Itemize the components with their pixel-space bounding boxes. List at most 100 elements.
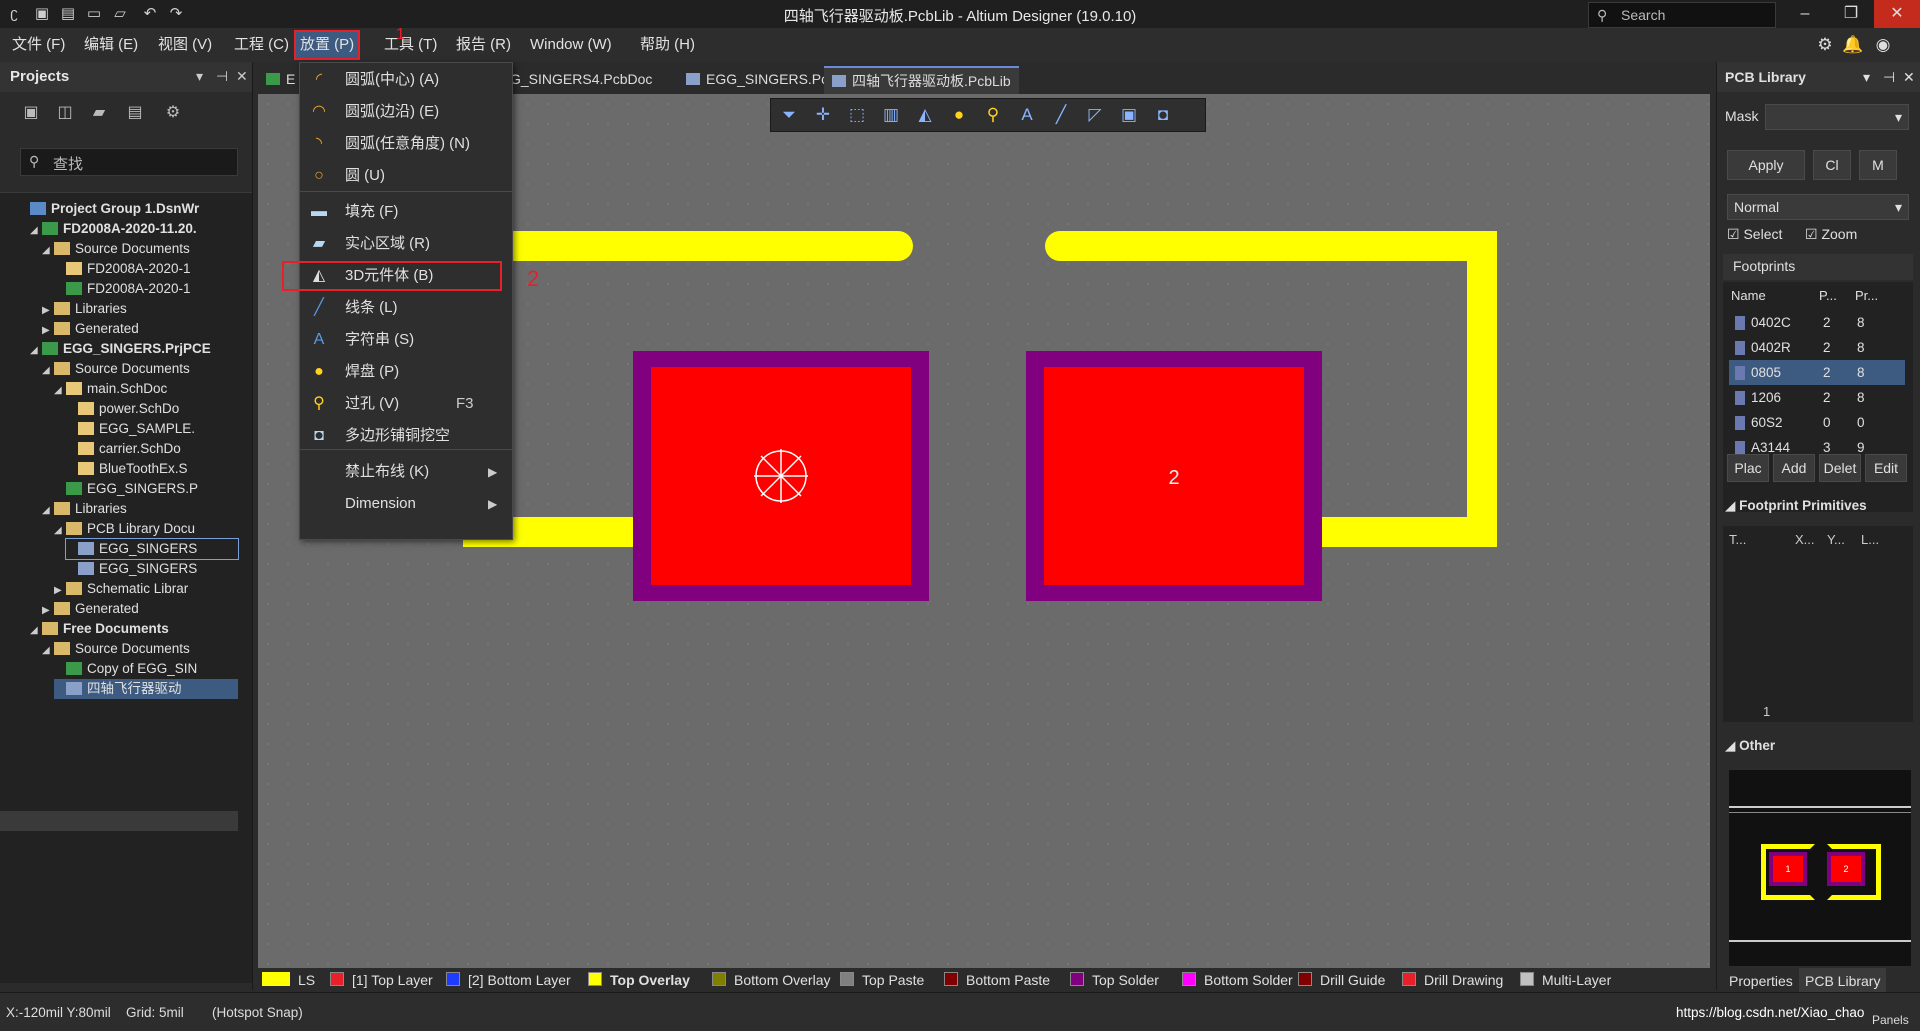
tree-item[interactable]: ◢ main.SchDoc: [54, 379, 238, 399]
place-menu-item[interactable]: Dimension ▶: [300, 489, 512, 519]
menu-reports[interactable]: 报告 (R): [452, 34, 515, 56]
place-menu-item[interactable]: ▰ 实心区域 (R): [300, 229, 512, 259]
place-menu-item[interactable]: ◜ 圆弧(中心) (A): [300, 65, 512, 95]
collapse-arrow-icon[interactable]: ◢: [30, 621, 42, 639]
bell-icon[interactable]: 🔔: [1842, 34, 1864, 56]
place-menu-item[interactable]: 禁止布线 (K) ▶: [300, 457, 512, 487]
tree-item[interactable]: EGG_SINGERS.P: [54, 479, 238, 499]
menu-window[interactable]: Window (W): [526, 34, 616, 56]
layer-tab[interactable]: Top Overlay: [588, 968, 690, 992]
save-icon[interactable]: ▣: [20, 102, 42, 124]
tree-item[interactable]: ▶ Schematic Librar: [54, 579, 238, 599]
menu-place[interactable]: 放置 (P): [294, 30, 361, 60]
document-tab[interactable]: E: [258, 66, 303, 92]
prim-col-x[interactable]: X...: [1795, 532, 1815, 547]
place-menu-item[interactable]: ◠ 圆弧(边沿) (E): [300, 97, 512, 127]
tree-item[interactable]: Copy of EGG_SIN: [54, 659, 238, 679]
tree-item[interactable]: EGG_SINGERS: [65, 538, 239, 560]
layer-tab[interactable]: Drill Drawing: [1402, 968, 1503, 992]
tree-item[interactable]: FD2008A-2020-1: [54, 279, 238, 299]
place-menu-item[interactable]: ● 焊盘 (P): [300, 357, 512, 387]
layer-tab[interactable]: Top Paste: [840, 968, 924, 992]
tree-item[interactable]: ◢ Free Documents: [30, 619, 238, 639]
close-panel-icon[interactable]: ✕: [236, 68, 248, 85]
other-header[interactable]: ◢ Other: [1725, 738, 1775, 754]
panels-button[interactable]: Panels: [1872, 1013, 1909, 1027]
place-menu-item[interactable]: A 字符串 (S): [300, 325, 512, 355]
global-search-input[interactable]: ⚲ Search: [1588, 2, 1776, 28]
panel-menu-icon[interactable]: ▾: [1863, 69, 1870, 86]
apply-button[interactable]: Apply: [1727, 150, 1805, 180]
settings-icon[interactable]: ⚙: [162, 102, 184, 124]
menu-view[interactable]: 视图 (V): [154, 34, 216, 56]
document-tab[interactable]: 四轴飞行器驱动板.PcbLib: [824, 66, 1019, 94]
expand-arrow-icon[interactable]: ▶: [54, 581, 66, 599]
footprint-row[interactable]: 0402R 2 8: [1729, 335, 1905, 360]
zoom-checkbox[interactable]: ☑ Zoom: [1805, 226, 1857, 243]
place-menu-item[interactable]: ◘ 多边形铺铜挖空: [300, 421, 512, 451]
collapse-arrow-icon[interactable]: ◢: [30, 341, 42, 359]
footprint-row[interactable]: 1206 2 8: [1729, 385, 1905, 410]
prim-col-layer[interactable]: L...: [1861, 532, 1879, 547]
menu-project[interactable]: 工程 (C): [230, 34, 293, 56]
menu-edit[interactable]: 编辑 (E): [80, 34, 142, 56]
mask-input[interactable]: ▾: [1765, 104, 1909, 130]
layer-tab[interactable]: LS: [262, 968, 315, 992]
tree-item[interactable]: EGG_SAMPLE.: [66, 419, 238, 439]
layer-tab[interactable]: Bottom Solder: [1182, 968, 1293, 992]
minimize-button[interactable]: –: [1782, 0, 1828, 28]
tab-pcb-library[interactable]: PCB Library: [1799, 968, 1887, 994]
place-menu-item[interactable]: ▬ 填充 (F): [300, 197, 512, 227]
tree-item[interactable]: ◢ Libraries: [42, 499, 238, 519]
open-folder-icon[interactable]: ▰: [88, 102, 110, 124]
place-menu-item[interactable]: ◭ 3D元件体 (B): [282, 261, 502, 291]
collapse-arrow-icon[interactable]: ◢: [42, 361, 54, 379]
layer-tab[interactable]: Multi-Layer: [1520, 968, 1611, 992]
tree-item[interactable]: ▶ Generated: [42, 599, 238, 619]
layer-tab[interactable]: Bottom Paste: [944, 968, 1050, 992]
tree-item[interactable]: ▶ Generated: [42, 319, 238, 339]
menu-help[interactable]: 帮助 (H): [636, 34, 699, 56]
place-button[interactable]: Plac: [1727, 454, 1769, 482]
tree-item[interactable]: 四轴飞行器驱动: [54, 679, 238, 699]
close-button[interactable]: ✕: [1874, 0, 1920, 28]
user-icon[interactable]: ◉: [1872, 34, 1894, 56]
tab-properties[interactable]: Properties: [1723, 968, 1799, 994]
prim-col-type[interactable]: T...: [1729, 532, 1746, 547]
collapse-arrow-icon[interactable]: ◢: [42, 641, 54, 659]
prim-col-y[interactable]: Y...: [1827, 532, 1845, 547]
tree-item[interactable]: ◢ Source Documents: [42, 239, 238, 259]
tree-item[interactable]: Project Group 1.DsnWr: [18, 199, 238, 219]
col-pads[interactable]: P...: [1819, 288, 1837, 303]
collapse-arrow-icon[interactable]: ◢: [30, 221, 42, 239]
tree-item[interactable]: ◢ FD2008A-2020-11.20.: [30, 219, 238, 239]
compile-icon[interactable]: ◫: [54, 102, 76, 124]
tree-item[interactable]: ◢ PCB Library Docu: [54, 519, 238, 539]
footprint-row[interactable]: 0402C 2 8: [1729, 310, 1905, 335]
gear-icon[interactable]: ⚙: [1814, 34, 1836, 56]
mode-select[interactable]: Normal ▾: [1727, 194, 1909, 220]
menu-tools[interactable]: 工具 (T): [380, 34, 441, 56]
magnify-button[interactable]: M: [1859, 150, 1897, 180]
place-menu-item[interactable]: ○ 圆 (U): [300, 161, 512, 191]
edit-button[interactable]: Edit: [1865, 454, 1907, 482]
open-project-icon[interactable]: ▤: [124, 102, 146, 124]
expand-arrow-icon[interactable]: ▶: [42, 301, 54, 319]
place-menu-item[interactable]: ⚲ 过孔 (V) F3: [300, 389, 512, 419]
add-button[interactable]: Add: [1773, 454, 1815, 482]
tree-item[interactable]: EGG_SINGERS: [66, 559, 238, 579]
collapse-arrow-icon[interactable]: ◢: [42, 241, 54, 259]
expand-arrow-icon[interactable]: ▶: [42, 321, 54, 339]
col-primitives[interactable]: Pr...: [1855, 288, 1878, 303]
clear-button[interactable]: Cl: [1813, 150, 1851, 180]
restore-button[interactable]: ❐: [1828, 0, 1874, 28]
collapse-arrow-icon[interactable]: ◢: [54, 521, 66, 539]
layer-tab[interactable]: Drill Guide: [1298, 968, 1385, 992]
pin-icon[interactable]: ⊣: [216, 68, 228, 85]
footprint-row[interactable]: 0805 2 8: [1729, 360, 1905, 385]
pin-icon[interactable]: ⊣: [1883, 69, 1895, 86]
tree-item[interactable]: power.SchDo: [66, 399, 238, 419]
select-checkbox[interactable]: ☑ Select: [1727, 226, 1782, 243]
layer-tab[interactable]: [2] Bottom Layer: [446, 968, 571, 992]
projects-search-input[interactable]: ⚲ 查找: [20, 148, 238, 176]
